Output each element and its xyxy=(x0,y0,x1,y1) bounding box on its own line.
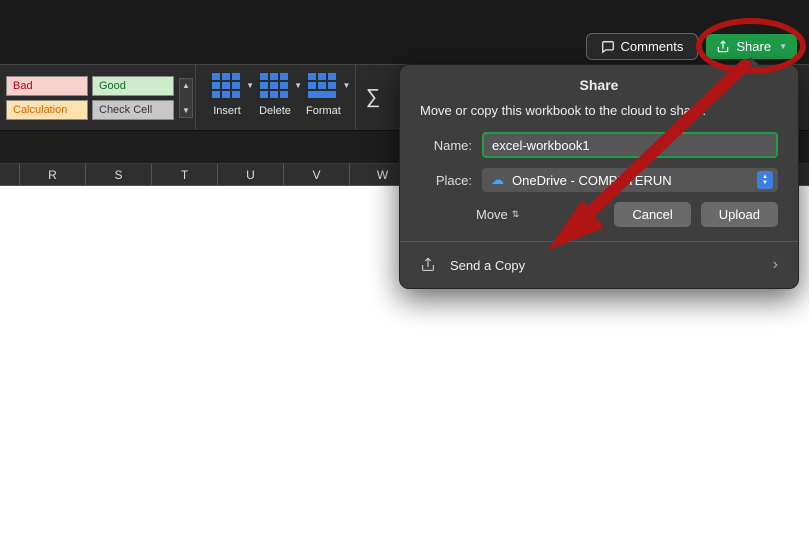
column-header[interactable]: S xyxy=(86,164,152,185)
delete-label: Delete xyxy=(259,105,291,117)
style-calculation[interactable]: Calculation xyxy=(6,100,88,120)
chevron-down-icon: ▼ xyxy=(343,81,351,90)
chevron-down-icon: ▼ xyxy=(246,81,254,90)
chevron-down-icon: ▼ xyxy=(182,106,190,115)
chevron-down-icon: ▼ xyxy=(294,81,302,90)
style-good[interactable]: Good xyxy=(92,76,174,96)
place-value: OneDrive - COMPUTERUN xyxy=(512,173,672,188)
format-label: Format xyxy=(306,105,341,117)
insert-cells-icon xyxy=(212,73,242,99)
popover-hint: Move or copy this workbook to the cloud … xyxy=(420,103,778,118)
cell-styles-gallery[interactable]: Bad Good Calculation Check Cell ▲ ▼ xyxy=(0,65,196,130)
comments-button[interactable]: Comments xyxy=(586,33,699,60)
comments-label: Comments xyxy=(621,39,684,54)
delete-cells-icon xyxy=(260,73,290,99)
chevron-down-icon: ▼ xyxy=(779,42,787,51)
popover-title: Share xyxy=(400,65,798,103)
autosum-button[interactable]: ∑ xyxy=(356,78,390,117)
place-select[interactable]: ☁ OneDrive - COMPUTERUN ▲▼ xyxy=(482,168,778,192)
select-all-corner[interactable] xyxy=(0,164,20,185)
share-icon xyxy=(716,40,730,54)
column-header[interactable]: R xyxy=(20,164,86,185)
delete-button[interactable]: ▼ Delete xyxy=(258,71,292,117)
cancel-button[interactable]: Cancel xyxy=(614,202,690,227)
cloud-icon: ☁ xyxy=(491,172,504,188)
share-button[interactable]: Share ▼ xyxy=(706,34,797,59)
format-cells-icon xyxy=(308,73,338,99)
updown-icon: ⇅ xyxy=(512,209,520,220)
comment-icon xyxy=(601,40,615,54)
share-popover: Share Move or copy this workbook to the … xyxy=(399,64,799,289)
chevron-up-icon: ▲ xyxy=(182,81,190,90)
cells-group: ▼ Insert ▼ Delete ▼ xyxy=(196,65,356,130)
name-label: Name: xyxy=(420,138,482,153)
column-header[interactable]: T xyxy=(152,164,218,185)
style-check-cell[interactable]: Check Cell xyxy=(92,100,174,120)
upload-button[interactable]: Upload xyxy=(701,202,778,227)
move-dropdown[interactable]: Move ⇅ xyxy=(476,207,519,222)
chevron-right-icon: › xyxy=(773,256,778,274)
dropdown-caret-icon: ▲▼ xyxy=(757,171,773,189)
column-header[interactable]: V xyxy=(284,164,350,185)
share-label: Share xyxy=(736,39,771,54)
sigma-icon: ∑ xyxy=(366,86,380,108)
style-bad[interactable]: Bad xyxy=(6,76,88,96)
name-input[interactable] xyxy=(482,132,778,158)
popover-arrow xyxy=(742,57,760,66)
place-label: Place: xyxy=(420,173,482,188)
column-header[interactable]: U xyxy=(218,164,284,185)
send-copy-label: Send a Copy xyxy=(450,258,525,273)
send-copy-row[interactable]: Send a Copy › xyxy=(400,241,798,288)
send-copy-icon xyxy=(420,256,436,274)
format-button[interactable]: ▼ Format xyxy=(306,71,341,117)
style-gallery-nav[interactable]: ▲ ▼ xyxy=(179,78,193,118)
titlebar: Comments Share ▼ xyxy=(0,0,809,64)
insert-label: Insert xyxy=(213,105,241,117)
insert-button[interactable]: ▼ Insert xyxy=(210,71,244,117)
